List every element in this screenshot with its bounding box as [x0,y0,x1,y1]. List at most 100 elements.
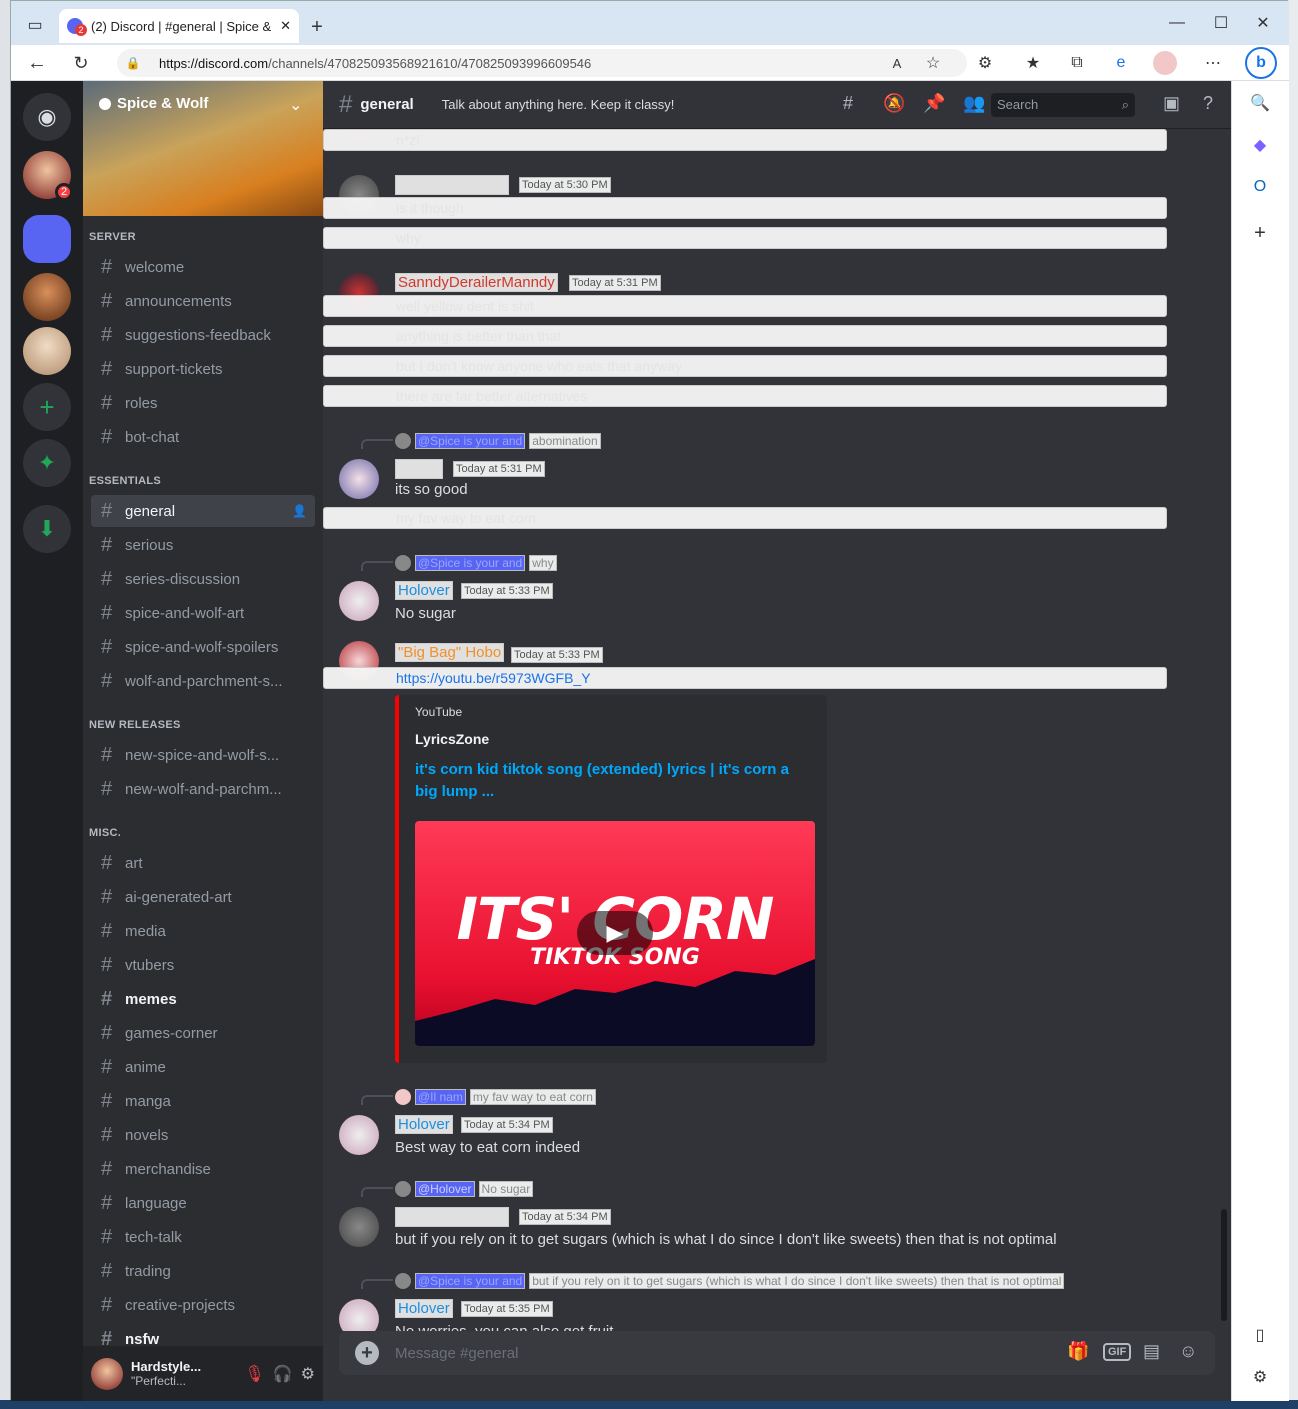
reply-preview[interactable]: @Spice is your and but if you rely on it… [395,1273,1065,1289]
browser-tab[interactable]: 2 (2) Discord | #general | Spice & W ✕ [59,9,299,43]
channel-item[interactable]: # games-corner [91,1017,315,1049]
notification-bell-icon[interactable]: 🔕 [883,93,905,114]
message-avatar[interactable] [339,1115,379,1155]
channel-item[interactable]: # spice-and-wolf-art [91,597,315,629]
members-icon[interactable]: 👥 [963,93,985,114]
author-name[interactable]: SanndyDerailerManndy [395,273,558,292]
refresh-icon[interactable]: ↻ [69,51,93,75]
author-name[interactable] [395,459,443,479]
new-tab-icon[interactable]: + [305,15,329,39]
channel-item[interactable]: # new-spice-and-wolf-s... [91,739,315,771]
reply-text[interactable]: No sugar [478,1181,534,1197]
channel-item[interactable]: # suggestions-feedback [91,319,315,351]
video-thumbnail[interactable]: ITS' CORN TIKTOK SONG ▶ [415,821,815,1046]
category-header[interactable]: SERVER [89,231,136,243]
author-name[interactable]: Holover [395,1299,453,1318]
category-header[interactable]: MISC. [89,827,121,839]
embed-title[interactable]: it's corn kid tiktok song (extended) lyr… [415,759,815,803]
channel-item[interactable]: # series-discussion [91,563,315,595]
threads-icon[interactable]: # [843,93,853,114]
message-composer[interactable]: + Message #general 🎁 GIF ▤ ☺ [339,1331,1215,1375]
channel-item[interactable]: # media [91,915,315,947]
author-name[interactable]: Holover [395,581,453,600]
reply-preview[interactable]: @Spice is your and why [395,555,557,571]
channel-item[interactable]: # wolf-and-parchment-s... [91,665,315,697]
channel-item[interactable]: # anime [91,1051,315,1083]
reply-preview[interactable]: @Holover No sugar [395,1181,534,1197]
minimize-icon[interactable]: — [1165,11,1189,35]
emoji-icon[interactable]: ☺ [1179,1341,1197,1362]
download-icon[interactable]: ⬇ [23,505,71,553]
gif-icon[interactable]: GIF [1103,1343,1132,1361]
search-icon[interactable]: 🔍 [1248,91,1272,115]
embed-provider[interactable]: YouTube [415,705,462,719]
chevron-down-icon[interactable]: ⌄ [289,95,302,115]
channel-item[interactable]: # manga [91,1085,315,1117]
close-window-icon[interactable]: ✕ [1251,11,1275,35]
bing-icon[interactable]: b [1245,47,1277,79]
channel-item[interactable]: # serious [91,529,315,561]
search-input[interactable]: Search ⌕ [991,93,1135,117]
mute-mic-icon[interactable]: 🎙 [244,1364,264,1384]
embed-author[interactable]: LyricsZone [415,731,489,747]
channel-item[interactable]: # bot-chat [91,421,315,453]
gift-icon[interactable]: 🎁 [1067,1341,1089,1362]
author-name[interactable] [395,175,509,195]
reply-preview[interactable]: @Il nam my fav way to eat corn [395,1089,596,1105]
category-header[interactable]: NEW RELEASES [89,719,181,731]
lock-icon[interactable]: 🔒 [125,55,141,71]
inbox-icon[interactable]: ▣ [1163,93,1180,114]
dm-avatar[interactable]: 2 [23,151,73,201]
channel-topic[interactable]: Talk about anything here. Keep it classy… [442,97,675,112]
favorite-icon[interactable]: ☆ [921,51,945,75]
channel-item[interactable]: # support-tickets [91,353,315,385]
scrollbar[interactable] [1221,1209,1227,1321]
author-name[interactable] [395,1207,509,1227]
channel-item[interactable]: # merchandise [91,1153,315,1185]
reply-author[interactable]: @Spice is your and [415,433,526,449]
category-header[interactable]: ESSENTIALS [89,475,161,487]
message-input[interactable]: Message #general [395,1345,518,1362]
explore-icon[interactable]: ✦ [23,439,71,487]
channel-item[interactable]: # language [91,1187,315,1219]
reply-author[interactable]: @Spice is your and [415,1273,526,1289]
channel-item[interactable]: # ai-generated-art [91,881,315,913]
profile-avatar[interactable] [1153,51,1177,75]
collections-icon[interactable]: ⧉ [1065,51,1089,75]
channel-item[interactable]: # novels [91,1119,315,1151]
channel-item[interactable]: # new-wolf-and-parchm... [91,773,315,805]
add-server-icon[interactable]: + [23,383,71,431]
back-icon[interactable]: ← [25,51,49,75]
user-settings-icon[interactable]: ⚙ [301,1364,315,1384]
channel-item[interactable]: # tech-talk [91,1221,315,1253]
message-avatar[interactable] [339,1299,379,1331]
channel-item[interactable]: # announcements [91,285,315,317]
reply-text[interactable]: but if you rely on it to get sugars (whi… [529,1273,1065,1289]
message-avatar[interactable] [339,1207,379,1247]
author-name[interactable]: Holover [395,1115,453,1134]
channel-item[interactable]: # vtubers [91,949,315,981]
copilot-icon[interactable]: ◆ [1248,133,1272,157]
sidebar-toggle-icon[interactable]: ▯ [1248,1323,1272,1347]
maximize-icon[interactable]: ☐ [1209,11,1233,35]
reply-preview[interactable]: @Spice is your and abomination [395,433,601,449]
outlook-icon[interactable]: O [1248,175,1272,199]
reply-text[interactable]: why [529,555,557,571]
reply-text[interactable]: abomination [529,433,601,449]
add-sidebar-icon[interactable]: + [1248,221,1272,245]
user-avatar[interactable] [91,1357,123,1390]
channel-item[interactable]: # general 👤 [91,495,315,527]
reply-author[interactable]: @Spice is your and [415,555,526,571]
channel-item[interactable]: # roles [91,387,315,419]
author-name[interactable]: "Big Bag" Hobo [395,643,505,662]
message-avatar[interactable] [339,581,379,621]
pin-icon[interactable]: 📌 [923,93,945,114]
channel-item[interactable]: # spice-and-wolf-spoilers [91,631,315,663]
channel-item[interactable]: # art [91,847,315,879]
server-icon-3[interactable] [23,327,71,375]
play-icon[interactable]: ▶ [577,911,653,955]
settings-icon[interactable]: ⚙ [1248,1365,1272,1389]
discord-home-icon[interactable]: ◉ [23,93,71,141]
server-banner[interactable]: Spice & Wolf ⌄ [83,81,323,216]
read-aloud-icon[interactable]: A [885,51,909,75]
